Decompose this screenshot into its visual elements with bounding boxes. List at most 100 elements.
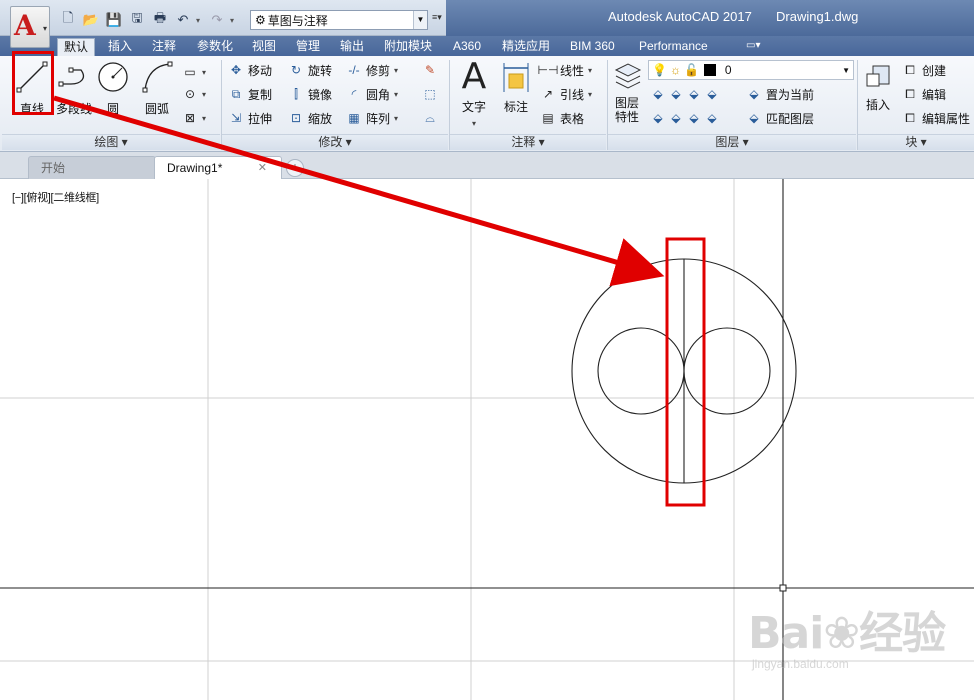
leader-icon: ↗ <box>542 87 554 101</box>
rotate-button[interactable]: ↻ 旋转 <box>288 60 332 80</box>
viewport-controls[interactable]: [−][俯视][二维线框] <box>12 189 99 205</box>
tab-performance[interactable]: Performance <box>633 38 714 56</box>
explode-icon: ⬚ <box>424 87 436 101</box>
drawing-canvas[interactable]: [−][俯视][二维线框] Bai❀经验 jingyan.baidu.com <box>0 179 974 700</box>
insert-block-button[interactable]: 插入 <box>860 60 896 113</box>
move-button[interactable]: ✥ 移动 <box>228 60 272 80</box>
tab-drawing1[interactable]: Drawing1* ✕ <box>154 156 282 179</box>
undo-dropdown-icon[interactable]: ▾ <box>196 16 204 25</box>
save-as-icon[interactable]: 🖫 <box>127 10 147 30</box>
polyline-label: 多段线 <box>55 102 92 116</box>
workspace-label: 草图与注释 <box>267 13 328 28</box>
table-button[interactable]: ▤ 表格 <box>540 108 584 128</box>
dimension-button[interactable]: 标注 <box>498 60 534 115</box>
explode-button[interactable]: ⬚ <box>422 84 438 104</box>
new-file-icon[interactable]: 🗋 <box>58 10 78 30</box>
edit-attributes-icon: ⧠ <box>905 110 915 125</box>
trim-icon: -/- <box>348 63 360 77</box>
stretch-button[interactable]: ⇲ 拉伸 <box>228 108 272 128</box>
tab-a360[interactable]: A360 <box>447 38 487 56</box>
annotation-panel-title[interactable]: 注释 ▾ <box>450 134 606 150</box>
ribbon-tab-bar: 默认 插入 注释 参数化 视图 管理 输出 附加模块 A360 精选应用 BIM… <box>0 36 974 56</box>
open-folder-icon[interactable]: 📂 <box>81 10 101 30</box>
copy-button[interactable]: ⧉ 复制 <box>228 84 272 104</box>
autocad-logo-icon: A <box>14 9 36 42</box>
current-layer-name: 0 <box>724 63 732 77</box>
layer-props-label-1: 图层 特性 <box>614 96 639 124</box>
create-block-button[interactable]: ⧠ 创建 <box>902 60 946 80</box>
mirror-button[interactable]: ⫿ 镜像 <box>288 84 332 104</box>
draw-panel-title[interactable]: 绘图 ▾ <box>2 134 220 150</box>
fillet-button[interactable]: ◜ 圆角 ▾ <box>346 84 398 104</box>
tab-annotate[interactable]: 注释 <box>146 38 182 56</box>
watermark-url: jingyan.baidu.com <box>752 657 849 671</box>
rectangle-button[interactable]: ▭ ▾ <box>182 62 206 82</box>
right-circle <box>683 327 771 415</box>
tab-insert[interactable]: 插入 <box>102 38 138 56</box>
offset-button[interactable]: ⌓ <box>422 108 438 128</box>
layer-properties-button[interactable]: 图层 特性 <box>610 60 644 124</box>
tab-parametric[interactable]: 参数化 <box>191 38 239 56</box>
new-tab-icon[interactable]: + <box>286 159 304 177</box>
gear-icon: ⚙ <box>255 13 266 27</box>
layers-panel-title[interactable]: 图层 ▾ <box>608 134 856 150</box>
layer-freeze-icon[interactable]: ⬙ <box>686 86 702 102</box>
ribbon-panel: 直线 多段线 圆 圆弧 ▭ ▾ ⊙ ▾ ⊠ ▾ 绘图 ▾ ✥ 移动 ↻ 旋转 -/- 修剪 ▾… <box>0 56 974 152</box>
rectangle-icon: ▭ <box>184 65 196 79</box>
layer-thaw-icon[interactable]: ⬙ <box>686 110 702 126</box>
left-circle <box>597 327 685 415</box>
layer-unisolate-icon[interactable]: ⬙ <box>668 110 684 126</box>
edit-block-button[interactable]: ⧠ 编辑 <box>902 84 946 104</box>
trim-button[interactable]: -/- 修剪 ▾ <box>346 60 398 80</box>
tab-bim360[interactable]: BIM 360 <box>564 38 621 56</box>
layer-on-icon[interactable]: ⬙ <box>650 110 666 126</box>
tab-addins[interactable]: 附加模块 <box>378 38 438 56</box>
redo-dropdown-icon[interactable]: ▾ <box>230 16 238 25</box>
layer-lock-icon[interactable]: ⬙ <box>704 86 720 102</box>
close-icon[interactable]: ✕ <box>258 157 267 179</box>
tab-default[interactable]: 默认 <box>57 38 96 56</box>
polyline-button[interactable]: 多段线 <box>54 60 94 117</box>
chevron-down-icon: ▾ <box>42 24 47 33</box>
ribbon-minimize-icon[interactable]: ▭▾ <box>740 38 766 56</box>
text-button[interactable]: A 文字 ▾ <box>456 59 492 129</box>
tab-featured-apps[interactable]: 精选应用 <box>496 38 556 56</box>
save-icon[interactable]: 💾 <box>104 10 124 30</box>
hatch-icon: ⊙ <box>184 87 196 101</box>
leader-button[interactable]: ↗ 引线 ▾ <box>540 84 592 104</box>
chevron-down-icon: ▾ <box>202 89 207 99</box>
erase-button[interactable]: ✎ <box>422 60 438 80</box>
tab-manage[interactable]: 管理 <box>290 38 326 56</box>
circle-button[interactable]: 圆 <box>94 60 132 117</box>
circle-icon <box>98 62 128 92</box>
scale-button[interactable]: ⊡ 缩放 <box>288 108 332 128</box>
array-button[interactable]: ▦ 阵列 ▾ <box>346 108 398 128</box>
app-title: Autodesk AutoCAD 2017 <box>608 9 752 24</box>
boundary-icon: ⊠ <box>184 111 196 125</box>
dimension-icon <box>503 63 529 92</box>
edit-attributes-button[interactable]: ⧠ 编辑属性 <box>902 108 970 128</box>
layer-dropdown[interactable]: 💡 ☼ 🔓 0 ▼ <box>648 60 854 80</box>
customize-qat-icon[interactable]: ≡▾ <box>432 12 442 23</box>
print-icon[interactable]: 🖶 <box>150 10 170 30</box>
modify-panel-title[interactable]: 修改 ▾ <box>222 134 448 150</box>
match-layer-button[interactable]: ⬙ 匹配图层 <box>746 108 814 128</box>
set-current-button[interactable]: ⬙ 置为当前 <box>746 84 814 104</box>
layer-isolate-icon[interactable]: ⬙ <box>668 86 684 102</box>
boundary-button[interactable]: ⊠ ▾ <box>182 108 206 128</box>
quick-access-toolbar: 🗋 📂 💾 🖫 🖶 ↶ ▾ ↷ ▾ <box>58 9 238 31</box>
workspace-dropdown[interactable]: ⚙ 草图与注释 ▼ <box>250 10 428 30</box>
hatch-button[interactable]: ⊙ ▾ <box>182 84 206 104</box>
redo-icon[interactable]: ↷ <box>207 10 227 30</box>
chevron-down-icon: ▼ <box>413 11 427 29</box>
layer-off-icon[interactable]: ⬙ <box>650 86 666 102</box>
tab-output[interactable]: 输出 <box>334 38 370 56</box>
tab-view[interactable]: 视图 <box>246 38 282 56</box>
undo-icon[interactable]: ↶ <box>173 10 193 30</box>
block-panel-title[interactable]: 块 ▾ <box>858 134 974 150</box>
linear-dim-button[interactable]: ⊢⊣ 线性 ▾ <box>538 60 592 80</box>
layer-unlock-icon[interactable]: ⬙ <box>704 110 720 126</box>
arc-button[interactable]: 圆弧 <box>136 60 178 117</box>
application-menu-button[interactable]: A ▾ <box>10 6 50 48</box>
tab-start[interactable]: 开始 <box>28 156 156 179</box>
